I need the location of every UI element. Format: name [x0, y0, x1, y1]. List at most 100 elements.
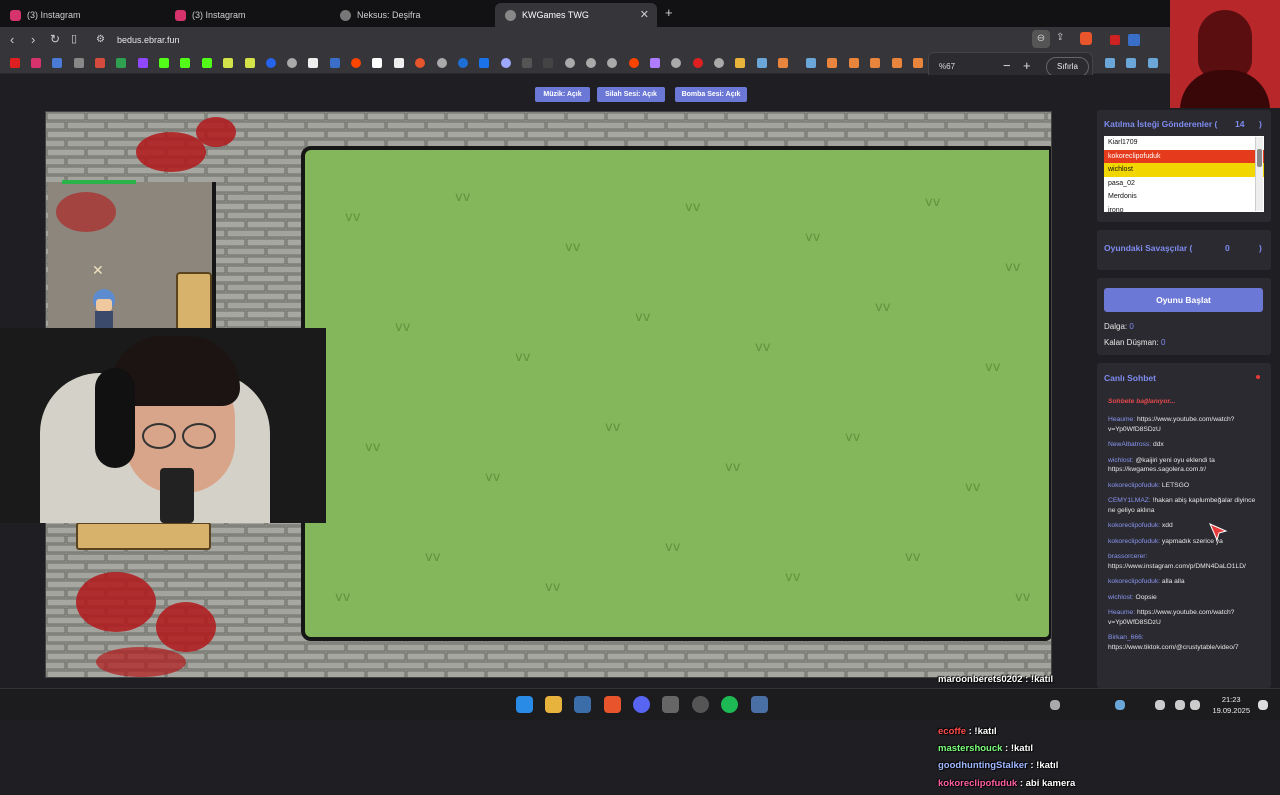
join-request-item[interactable]: pasa_02 [1104, 176, 1264, 191]
join-request-item[interactable]: kokoreclipofuduk [1104, 149, 1264, 164]
back-icon[interactable]: ‹ [10, 32, 14, 47]
folder-icon[interactable] [735, 58, 745, 68]
bookmark-icon[interactable] [892, 58, 902, 68]
bomb-sound-toggle-button[interactable]: Bomba Sesi: Açık [675, 87, 747, 102]
join-request-item[interactable]: wichlost [1104, 163, 1264, 177]
tab-instagram-1[interactable]: (3) Instagram [0, 3, 168, 27]
chat-username[interactable]: Heaume: [1108, 609, 1135, 616]
play-icon[interactable] [458, 58, 468, 68]
steam-icon[interactable] [1105, 58, 1115, 68]
steam-icon[interactable] [806, 58, 816, 68]
forward-icon[interactable]: › [31, 32, 35, 47]
brave-icon[interactable] [604, 696, 621, 713]
gun-sound-toggle-button[interactable]: Silah Sesi: Açık [597, 87, 665, 102]
app-icon[interactable] [751, 696, 768, 713]
network-icon[interactable] [1175, 700, 1185, 710]
bookmark-icon[interactable]: ▯ [71, 32, 77, 45]
chat-username[interactable]: kokoreclipofuduk: [1108, 578, 1160, 585]
spotify-icon[interactable] [721, 696, 738, 713]
app-icon[interactable] [662, 696, 679, 713]
bookmark-icon[interactable] [778, 58, 788, 68]
bookmark-icon[interactable] [479, 58, 489, 68]
url-field[interactable]: bedus.ebrar.fun [117, 35, 180, 45]
reddit-icon[interactable] [629, 58, 639, 68]
start-game-button[interactable]: Oyunu Başlat [1104, 288, 1263, 312]
zoom-in-button[interactable]: + [1023, 58, 1031, 73]
steam-icon[interactable] [1148, 58, 1158, 68]
system-clock[interactable]: 21:23 19.09.2025 [1212, 694, 1250, 716]
chat-username[interactable]: brassorcerer: [1108, 553, 1147, 560]
youtube-icon[interactable] [10, 58, 20, 68]
bookmark-icon[interactable] [827, 58, 837, 68]
bookmark-icon[interactable] [372, 58, 382, 68]
bookmark-icon[interactable] [543, 58, 553, 68]
bookmark-icon[interactable] [52, 58, 62, 68]
tab-kwgames[interactable]: KWGames TWG ✕ [495, 3, 657, 27]
chat-username[interactable]: Heaume: [1108, 416, 1135, 423]
tab-neksus[interactable]: Neksus: Deşifra [330, 3, 495, 27]
twitch-icon[interactable] [138, 58, 148, 68]
chat-username[interactable]: wichlost: [1108, 594, 1134, 601]
bookmark-icon[interactable] [437, 58, 447, 68]
join-request-item[interactable]: Kiarl1709 [1104, 136, 1264, 150]
bookmark-icon[interactable] [650, 58, 660, 68]
zoom-reset-button[interactable]: Sıfırla [1046, 57, 1089, 77]
steam-icon[interactable] [757, 58, 767, 68]
bookmark-icon[interactable] [415, 58, 425, 68]
join-request-item[interactable]: irono [1104, 203, 1264, 212]
file-explorer-icon[interactable] [545, 696, 562, 713]
mic-icon[interactable] [1155, 700, 1165, 710]
ublock-icon[interactable] [1110, 35, 1120, 45]
kick-icon[interactable] [180, 58, 190, 68]
tray-steam-icon[interactable] [1115, 700, 1125, 710]
chat-username[interactable]: wichlost: [1108, 457, 1134, 464]
bookmark-icon[interactable] [394, 58, 404, 68]
bookmark-icon[interactable] [714, 58, 724, 68]
reload-icon[interactable]: ↻ [50, 32, 60, 46]
notification-icon[interactable] [1258, 700, 1268, 710]
chat-username[interactable]: Birkan_666: [1108, 634, 1144, 641]
chat-username[interactable]: kokoreclipofuduk: [1108, 538, 1160, 545]
join-requests-list[interactable]: Kiarl1709 kokoreclipofuduk wichlost pasa_02… [1104, 136, 1264, 212]
chat-message-list[interactable]: Heaume: https://www.youtube.com/watch?v=… [1108, 415, 1263, 658]
obs-icon[interactable] [692, 696, 709, 713]
bookmark-icon[interactable] [671, 58, 681, 68]
x-icon[interactable] [308, 58, 318, 68]
bookmark-icon[interactable] [693, 58, 703, 68]
bookmark-icon[interactable] [607, 58, 617, 68]
kick-icon[interactable] [159, 58, 169, 68]
bookmark-icon[interactable] [870, 58, 880, 68]
bookmark-icon[interactable] [522, 58, 532, 68]
reddit-icon[interactable] [351, 58, 361, 68]
share-icon[interactable]: ⇪ [1056, 32, 1064, 43]
steam-icon[interactable] [1126, 58, 1136, 68]
new-tab-button[interactable]: + [665, 5, 673, 20]
close-tab-icon[interactable]: ✕ [640, 8, 649, 21]
chat-username[interactable]: kokoreclipofuduk: [1108, 482, 1160, 489]
bookmark-icon[interactable] [74, 58, 84, 68]
site-info-icon[interactable]: ⚙ [96, 34, 105, 45]
bookmark-icon[interactable] [501, 58, 511, 68]
zoom-icon[interactable]: ⊖ [1032, 30, 1050, 48]
bookmark-icon[interactable] [586, 58, 596, 68]
kick-icon[interactable] [202, 58, 212, 68]
instagram-icon[interactable] [31, 58, 41, 68]
gmail-icon[interactable] [95, 58, 105, 68]
bookmark-icon[interactable] [849, 58, 859, 68]
windows-start-icon[interactable] [516, 696, 533, 713]
join-request-item[interactable]: Merdonis [1104, 190, 1264, 204]
volume-icon[interactable] [1190, 700, 1200, 710]
music-toggle-button[interactable]: Müzik: Açık [535, 87, 590, 102]
zoom-out-button[interactable]: − [1003, 58, 1011, 73]
chat-username[interactable]: CEMY1LMAZ: [1108, 497, 1151, 504]
bookmark-icon[interactable] [245, 58, 255, 68]
bookmark-icon[interactable] [266, 58, 276, 68]
chatgpt-icon[interactable] [287, 58, 297, 68]
scrollbar-thumb[interactable] [1257, 149, 1262, 167]
bookmark-icon[interactable] [330, 58, 340, 68]
drive-icon[interactable] [116, 58, 126, 68]
bookmark-icon[interactable] [913, 58, 923, 68]
chat-username[interactable]: NewAlbatross: [1108, 441, 1151, 448]
list-scrollbar[interactable] [1255, 137, 1263, 211]
bookmark-icon[interactable] [565, 58, 575, 68]
